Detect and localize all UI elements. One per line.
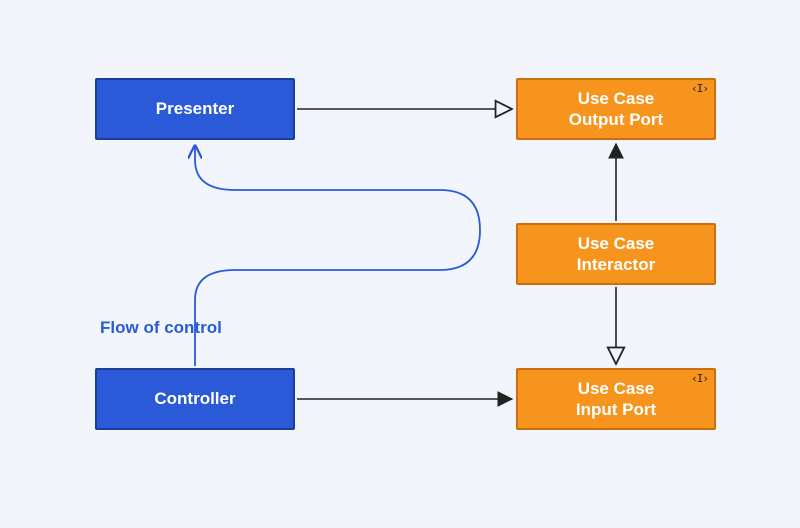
controller-label: Controller (154, 389, 235, 409)
presenter-box: Presenter (95, 78, 295, 140)
flow-of-control-label: Flow of control (100, 318, 222, 338)
controller-box: Controller (95, 368, 295, 430)
interface-icon: ‹I› (691, 372, 708, 386)
interactor-label: Use Case Interactor (577, 233, 655, 276)
presenter-label: Presenter (156, 99, 234, 119)
interface-icon: ‹I› (691, 82, 708, 96)
output-port-label: Use Case Output Port (569, 88, 663, 131)
flow-of-control-arrow (195, 146, 480, 366)
input-port-box: ‹I› Use Case Input Port (516, 368, 716, 430)
interactor-box: Use Case Interactor (516, 223, 716, 285)
output-port-box: ‹I› Use Case Output Port (516, 78, 716, 140)
input-port-label: Use Case Input Port (576, 378, 656, 421)
